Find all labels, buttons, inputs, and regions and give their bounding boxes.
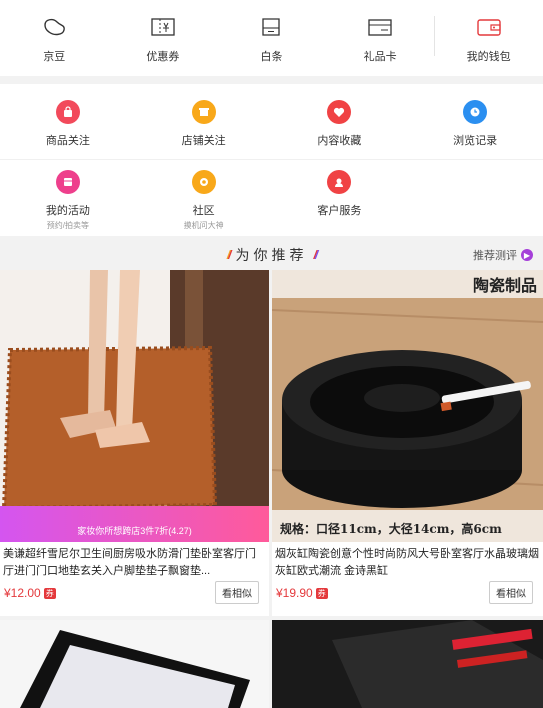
wallet-item-jingdou[interactable]: 京豆 (0, 0, 109, 76)
service-item-store-follow[interactable]: 店铺关注 (136, 84, 272, 159)
arrow-right-icon: ▶ (521, 249, 533, 261)
wallet-label: 白条 (260, 51, 283, 63)
gift-card-icon (365, 15, 395, 39)
spec-caption: 规格：口径11cm，大径14cm，高6cm (280, 522, 502, 536)
wallet-icon (474, 15, 504, 39)
service-sublabel: 预约/拍卖等 (46, 221, 89, 230)
recommend-review-link[interactable]: 推荐测评 ▶ (473, 247, 533, 263)
wallet-label: 我的钱包 (466, 51, 511, 63)
product-image-book[interactable] (272, 620, 543, 708)
services-panel: 商品关注 店铺关注 内容收藏 浏览记录 我的活动 预约/拍卖等 社区 摸机问大神… (0, 84, 543, 236)
product-card[interactable]: 陶瓷制品 规格：口径11cm，大径14cm，高6cm 烟灰缸陶瓷创意个性时尚防风… (272, 270, 543, 616)
service-label: 客户服务 (317, 205, 362, 217)
wallet-item-mywallet[interactable]: 我的钱包 (434, 0, 543, 76)
service-item-product-follow[interactable]: 商品关注 (0, 84, 136, 159)
slash-decoration: // (226, 248, 232, 262)
bean-icon (39, 15, 69, 39)
service-label: 浏览记录 (453, 135, 498, 147)
wallet-label: 优惠券 (146, 51, 180, 63)
service-label: 我的活动 (45, 205, 90, 217)
coupon-icon (148, 15, 178, 39)
product-card[interactable] (272, 620, 543, 708)
product-image-doormat[interactable]: 家妆你所想跨店3件7折(4.27) (0, 270, 269, 542)
product-price: ¥19.90 券 (276, 586, 328, 600)
product-title[interactable]: 美谦超纤雪尼尔卫生间厨房吸水防滑门垫卧室客厅门厅进门门口地垫玄关入户脚垫垫子飘窗… (3, 546, 266, 580)
product-title[interactable]: 烟灰缸陶瓷创意个性时尚防风大号卧室客厅水晶玻璃烟灰缸欧式潮流 金诗黑缸 (275, 546, 540, 580)
customer-service-icon (327, 170, 352, 194)
service-label: 商品关注 (45, 135, 90, 147)
slash-decoration: // (313, 248, 319, 262)
clock-icon (463, 100, 488, 124)
wallet-item-giftcard[interactable]: 礼品卡 (326, 0, 435, 76)
wallet-bar: 京豆 优惠券 白条 礼品卡 我的钱包 (0, 0, 543, 76)
find-similar-button[interactable]: 看相似 (215, 581, 259, 604)
service-label: 社区 (192, 205, 215, 217)
baitiao-icon (256, 15, 286, 39)
service-item-community[interactable]: 社区 摸机问大神 (136, 160, 272, 236)
recommend-title: 为你推荐 (235, 247, 308, 263)
community-icon (191, 170, 216, 194)
wallet-item-baitiao[interactable]: 白条 (217, 0, 326, 76)
service-sublabel: 摸机问大神 (183, 221, 224, 230)
service-label: 内容收藏 (317, 135, 362, 147)
coupon-tag: 券 (315, 587, 328, 599)
recommend-link-label: 推荐测评 (473, 250, 517, 262)
wallet-item-coupon[interactable]: 优惠券 (109, 0, 218, 76)
find-similar-button[interactable]: 看相似 (489, 581, 533, 604)
service-item-content-collect[interactable]: 内容收藏 (272, 84, 408, 159)
product-price: ¥12.00 券 (4, 586, 56, 600)
product-card[interactable]: 家妆你所想跨店3件7折(4.27) 美谦超纤雪尼尔卫生间厨房吸水防滑门垫卧室客厅… (0, 270, 269, 616)
recommend-header: // 为你推荐 // 推荐测评 ▶ (0, 240, 543, 270)
service-item-browse-history[interactable]: 浏览记录 (407, 84, 543, 159)
activity-icon (55, 170, 80, 194)
coupon-tag: 券 (43, 587, 56, 599)
store-icon (191, 100, 216, 124)
service-item-my-activity[interactable]: 我的活动 预约/拍卖等 (0, 160, 136, 236)
product-card[interactable] (0, 620, 269, 708)
wallet-label: 京豆 (43, 51, 66, 63)
ceramic-badge: 陶瓷制品 (472, 276, 537, 295)
product-image-ashtray[interactable]: 陶瓷制品 规格：口径11cm，大径14cm，高6cm (272, 270, 543, 542)
service-label: 店铺关注 (181, 135, 226, 147)
services-row: 我的活动 预约/拍卖等 社区 摸机问大神 客户服务 (0, 160, 543, 236)
recommend-title-wrap: // 为你推荐 // (221, 245, 322, 265)
bag-icon (55, 100, 80, 124)
promo-banner: 家妆你所想跨店3件7折(4.27) (0, 506, 269, 542)
heart-icon (327, 100, 352, 124)
price-value: ¥12.00 (4, 586, 41, 600)
services-row: 商品关注 店铺关注 内容收藏 浏览记录 (0, 84, 543, 160)
product-image-phone-case[interactable] (0, 620, 269, 708)
service-item-customer-service[interactable]: 客户服务 (272, 160, 408, 236)
price-value: ¥19.90 (276, 586, 313, 600)
wallet-label: 礼品卡 (363, 51, 397, 63)
